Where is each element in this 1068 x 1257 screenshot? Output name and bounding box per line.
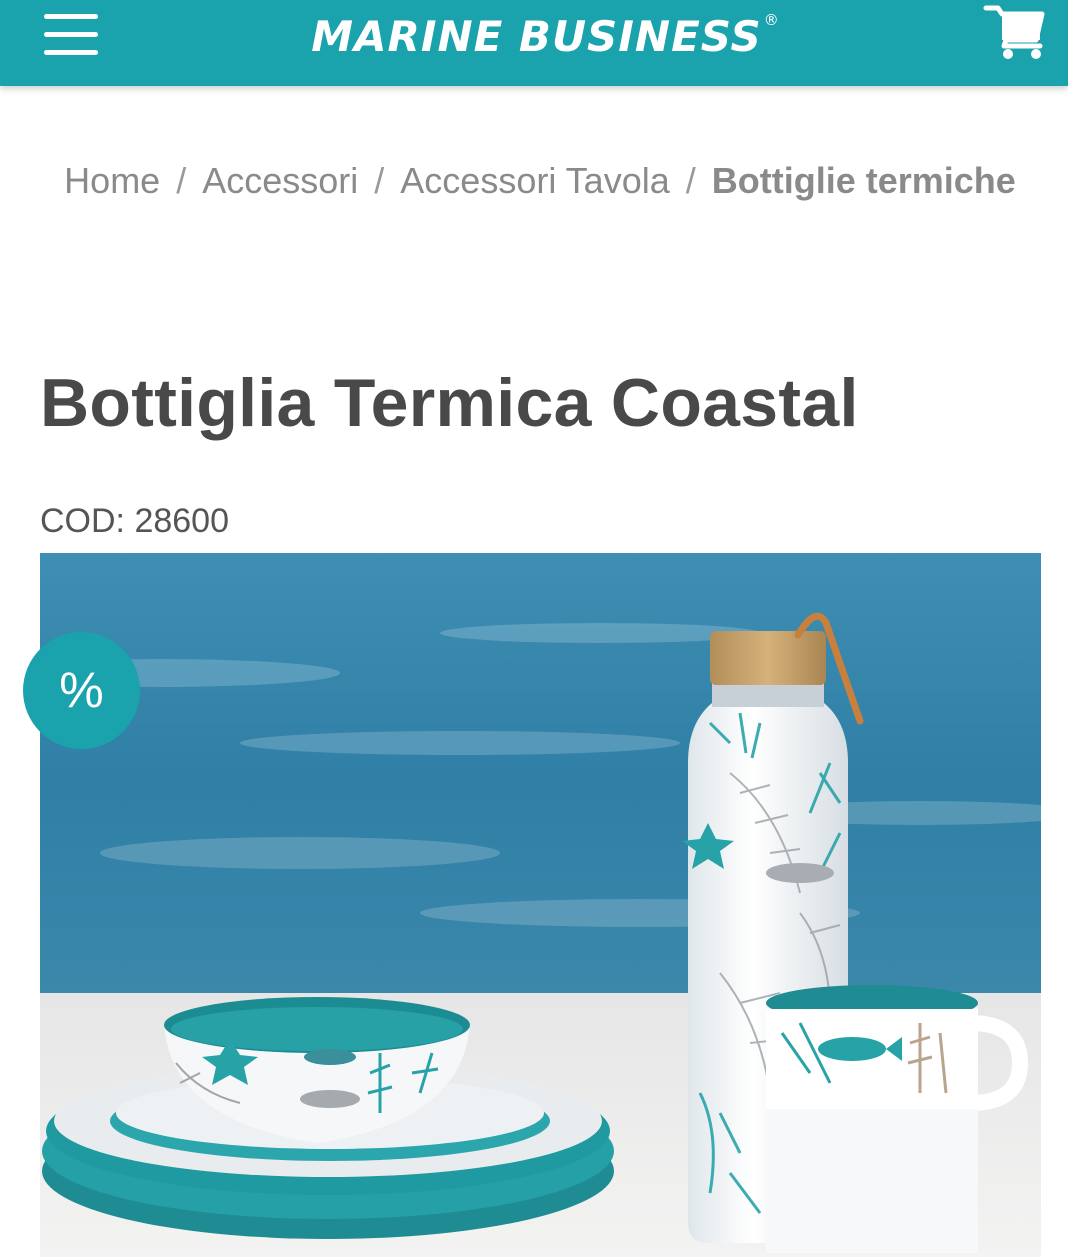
product-code: COD: 28600 <box>40 502 229 540</box>
menu-bar <box>44 32 98 37</box>
site-logo[interactable]: MARINE BUSINESS ® <box>280 6 810 66</box>
shopping-cart-icon[interactable] <box>980 0 1050 62</box>
menu-bar <box>44 50 98 55</box>
sale-badge: % <box>23 632 140 749</box>
breadcrumb-separator: / <box>685 160 696 201</box>
breadcrumb-home[interactable]: Home <box>64 160 160 201</box>
logo-text: MARINE BUSINESS <box>311 11 762 61</box>
breadcrumb-accessori[interactable]: Accessori <box>202 160 358 201</box>
logo-registered-mark: ® <box>763 11 779 29</box>
site-header: MARINE BUSINESS ® <box>0 0 1068 86</box>
breadcrumb-separator: / <box>176 160 187 201</box>
breadcrumb-accessori-tavola[interactable]: Accessori Tavola <box>400 160 669 201</box>
breadcrumb-separator: / <box>374 160 385 201</box>
hamburger-menu-icon[interactable] <box>36 6 106 62</box>
menu-bar <box>44 14 98 19</box>
breadcrumb-current: Bottiglie termiche <box>711 160 1016 201</box>
breadcrumb: Home / Accessori / Accessori Tavola / Bottigli… <box>60 152 1020 210</box>
product-title: Bottiglia Termica Coastal <box>40 365 859 441</box>
product-image[interactable] <box>40 553 1041 1257</box>
